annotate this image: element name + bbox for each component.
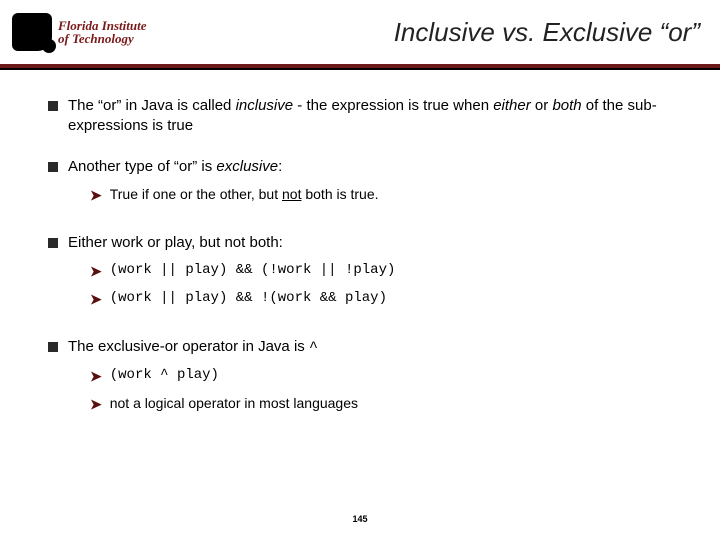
t: both is true.: [301, 186, 378, 202]
t: not a logical operator in most languages: [110, 394, 358, 413]
code: ^: [309, 339, 318, 356]
sub-bullet: ➤ (work ^ play): [90, 366, 672, 386]
square-bullet-icon: [48, 101, 58, 111]
t: not: [282, 186, 301, 202]
logo-line-2: of Technology: [58, 32, 147, 45]
code: (work ^ play): [110, 366, 219, 385]
t: :: [278, 158, 282, 175]
sub-bullet: ➤ True if one or the other, but not both …: [90, 185, 672, 205]
bullet-2-text: Another type of “or” is exclusive: ➤ True…: [68, 157, 672, 213]
page-number: 145: [0, 514, 720, 524]
t: Another type of “or” is: [68, 158, 216, 175]
chevron-icon: ➤: [90, 290, 102, 309]
t: The “or” in Java is called: [68, 97, 236, 114]
square-bullet-icon: [48, 342, 58, 352]
bullet-1-text: The “or” in Java is called inclusive - t…: [68, 96, 672, 137]
chevron-icon: ➤: [90, 186, 102, 205]
panther-icon: [12, 13, 52, 51]
slide-title: Inclusive vs. Exclusive “or”: [147, 17, 701, 48]
bullet-3: Either work or play, but not both: ➤ (wor…: [48, 233, 672, 317]
t: either: [493, 97, 531, 114]
t: Either work or play, but not both:: [68, 234, 283, 251]
logo: Florida Institute of Technology: [12, 13, 147, 51]
chevron-icon: ➤: [90, 395, 102, 414]
bullet-3-text: Either work or play, but not both: ➤ (wor…: [68, 233, 672, 317]
bullet-1: The “or” in Java is called inclusive - t…: [48, 96, 672, 137]
bullet-2: Another type of “or” is exclusive: ➤ True…: [48, 157, 672, 213]
t: The exclusive-or operator in Java is: [68, 338, 309, 355]
code: (work || play) && (!work || !play): [110, 261, 396, 280]
bullet-4: The exclusive-or operator in Java is ^ ➤…: [48, 337, 672, 422]
bullet-4-text: The exclusive-or operator in Java is ^ ➤…: [68, 337, 672, 422]
logo-text: Florida Institute of Technology: [58, 19, 147, 45]
sub-bullet: ➤ (work || play) && (!work || !play): [90, 261, 672, 281]
sub-bullet: ➤ (work || play) && !(work && play): [90, 289, 672, 309]
slide-header: Florida Institute of Technology Inclusiv…: [0, 0, 720, 64]
sub-bullet: ➤ not a logical operator in most language…: [90, 394, 672, 414]
slide-body: The “or” in Java is called inclusive - t…: [0, 70, 720, 422]
chevron-icon: ➤: [90, 262, 102, 281]
t: inclusive: [236, 97, 294, 114]
chevron-icon: ➤: [90, 367, 102, 386]
t: - the expression is true when: [293, 97, 493, 114]
t: True if one or the other, but: [110, 186, 282, 202]
code: (work || play) && !(work && play): [110, 289, 387, 308]
slide: Florida Institute of Technology Inclusiv…: [0, 0, 720, 540]
square-bullet-icon: [48, 238, 58, 248]
t: exclusive: [216, 158, 278, 175]
square-bullet-icon: [48, 162, 58, 172]
t: True if one or the other, but not both i…: [110, 185, 379, 204]
t: or: [531, 97, 553, 114]
t: both: [552, 97, 581, 114]
